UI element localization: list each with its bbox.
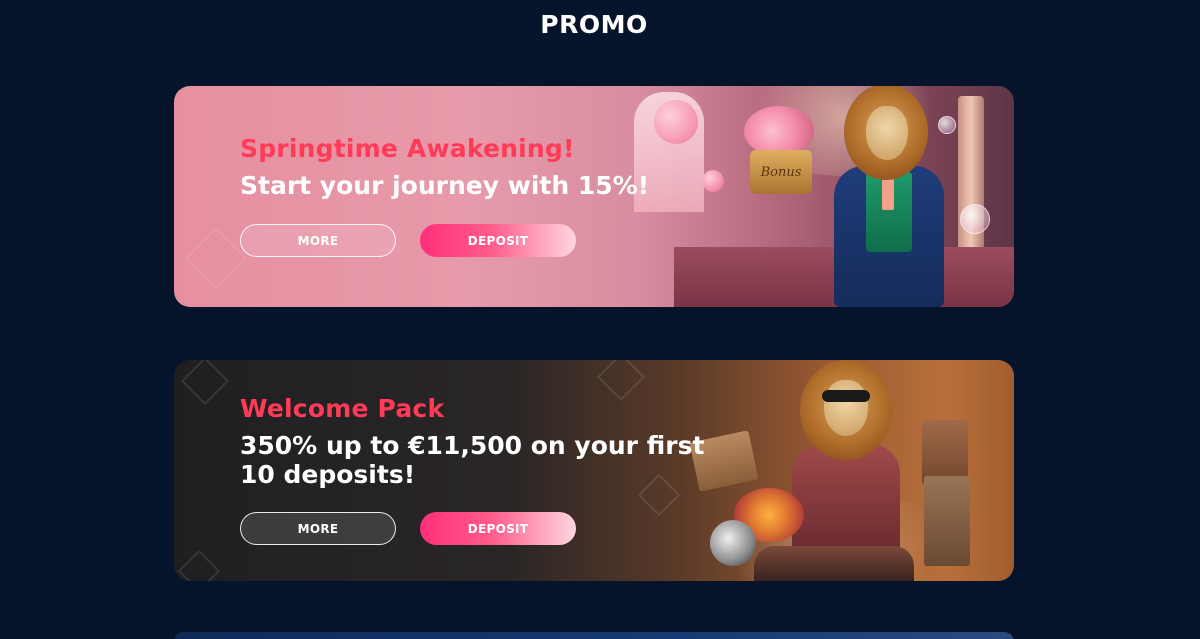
promo-text: Welcome Pack 350% up to €11,500 on your … — [240, 394, 710, 489]
page-title: PROMO — [540, 10, 648, 39]
bubble-icon — [960, 204, 990, 234]
deposit-button[interactable]: DEPOSIT — [420, 512, 576, 545]
decorative-shape — [180, 360, 230, 406]
promo-name: Welcome Pack — [240, 394, 445, 423]
decorative-shape — [177, 549, 221, 581]
promo-card-welcome-pack[interactable]: Welcome Pack 350% up to €11,500 on your … — [174, 360, 1014, 581]
bonus-box-label: Bonus — [760, 164, 802, 180]
promo-card-springtime[interactable]: Bonus Springtime Awakening! Start your j… — [174, 86, 1014, 307]
motorcycle-headlight — [710, 520, 756, 566]
leather-jacket — [792, 444, 900, 554]
promo-illustration — [684, 360, 1014, 581]
more-button[interactable]: MORE — [240, 512, 396, 545]
flower-bouquet — [744, 106, 814, 156]
deposit-button[interactable]: DEPOSIT — [420, 224, 576, 257]
decorative-shape — [184, 226, 248, 290]
parcel-icon — [922, 420, 968, 484]
sunglasses-icon — [822, 390, 870, 402]
promo-name: Springtime Awakening! — [240, 134, 575, 163]
bubble-icon — [938, 116, 956, 134]
more-button[interactable]: MORE — [240, 224, 396, 257]
promo-description: Start your journey with 15%! — [240, 171, 650, 200]
lion-face — [824, 380, 868, 436]
bonus-box: Bonus — [750, 150, 812, 194]
promo-page: PROMO Bonus Springtime Awakening! Start … — [0, 0, 1200, 639]
promo-text: Springtime Awakening! Start your journey… — [240, 134, 710, 200]
promo-actions: MORE DEPOSIT — [240, 512, 576, 545]
promo-actions: MORE DEPOSIT — [240, 224, 576, 257]
motorcycle-body — [754, 546, 914, 581]
lion-face — [866, 106, 908, 160]
parcel-icon — [924, 476, 970, 566]
promo-card-partial[interactable] — [174, 632, 1014, 639]
promo-description: 350% up to €11,500 on your first 10 depo… — [240, 431, 705, 489]
